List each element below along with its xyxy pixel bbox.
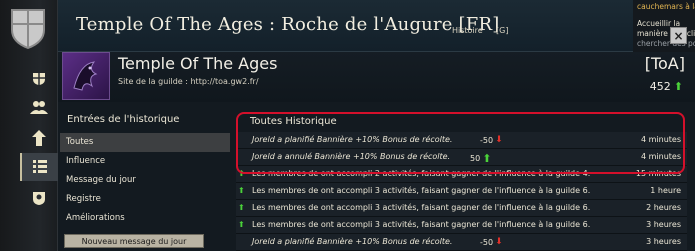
upgrades-icon[interactable]: [22, 184, 56, 212]
influence-up-icon: ⬆: [238, 203, 245, 212]
filter-all[interactable]: Toutes: [60, 133, 230, 152]
guild-header: Temple Of The Ages Site de la guilde : h…: [58, 52, 695, 102]
window-titlebar: Temple Of The Ages : Roche de l'Augure […: [58, 0, 633, 52]
guild-site-link[interactable]: Site de la guilde : http://toa.gw2.fr/: [118, 77, 259, 86]
guild-name: Temple Of The Ages: [118, 54, 278, 73]
history-time: 4 minutes: [640, 135, 681, 144]
increase-arrow-icon: ⬆: [482, 152, 492, 165]
bank-icon[interactable]: [22, 64, 56, 92]
influence-change: -50 ⬇: [480, 237, 503, 247]
history-icon[interactable]: [20, 153, 58, 181]
filter-upgrades[interactable]: Améliorations: [60, 209, 230, 228]
history-list: Toutes Historique Joreld a planifié Bann…: [236, 114, 695, 251]
table-row: ⬆ Les membres de ont accompli 3 activités…: [236, 183, 687, 200]
guild-panel-rail: [0, 0, 58, 251]
influence-up-icon: ⬆: [238, 186, 245, 195]
history-message: Les membres de ont accompli 3 activités,…: [252, 186, 591, 195]
close-icon[interactable]: ×: [670, 27, 687, 44]
history-message: Joreld a annulé Bannière +10% Bonus de r…: [252, 152, 451, 161]
history-message: Joreld a planifié Bannière +10% Bonus de…: [252, 135, 453, 144]
influence-change: -50 ⬇: [480, 135, 503, 145]
influence-amount: -50: [480, 135, 494, 145]
nav-heading: Entrées de l'historique: [67, 114, 180, 125]
filter-registry[interactable]: Registre: [60, 190, 230, 209]
guild-history-panel: Temple Of The Ages Site de la guilde : h…: [58, 52, 695, 251]
table-row: Joreld a planifié Bannière +10% Bonus de…: [236, 234, 687, 251]
influence-value: 452: [649, 80, 671, 93]
new-motd-button[interactable]: Nouveau message du jour: [64, 234, 204, 248]
influence-up-icon: ⬆: [238, 220, 245, 229]
tab-history[interactable]: Histoire: [452, 26, 483, 35]
ranks-icon[interactable]: [22, 124, 56, 152]
decrease-arrow-icon: ⬇: [495, 135, 503, 145]
history-time: 15 minutes: [635, 169, 681, 178]
influence-amount: 50: [470, 154, 481, 163]
history-time: 4 minutes: [640, 152, 681, 161]
filter-influence[interactable]: Influence: [60, 152, 230, 171]
history-message: Les membres de ont accompli 3 activités,…: [252, 203, 591, 212]
influence-up-icon: ⬆: [238, 169, 245, 178]
history-message: Les membres de ont accompli 2 activités,…: [252, 169, 591, 178]
table-row: Joreld a planifié Bannière +10% Bonus de…: [236, 132, 687, 149]
members-icon[interactable]: [22, 93, 56, 121]
decrease-arrow-icon: ⬇: [495, 237, 503, 247]
history-time: 3 heures: [646, 220, 681, 229]
history-filter-nav: Entrées de l'historique Toutes Influence…: [58, 114, 230, 251]
guild-tag: [ToA]: [644, 54, 685, 73]
influence-change: 50 ⬆: [470, 152, 491, 165]
chat-overlay: cauchemars à la Po Accueillir la manière…: [633, 0, 695, 52]
history-message: Joreld a planifié Bannière +10% Bonus de…: [252, 237, 453, 246]
influence-amount: -50: [480, 237, 494, 247]
history-time: 1 heure: [650, 186, 681, 195]
history-heading: Toutes Historique: [250, 116, 337, 127]
history-time: 2 heures: [646, 203, 681, 212]
guild-shield-icon: [6, 4, 50, 52]
guild-influence: 452 ⬆: [650, 80, 683, 93]
table-row: ⬆ Les membres de ont accompli 2 activités…: [236, 166, 687, 183]
table-row: ⬆ Les membres de ont accompli 3 activités…: [236, 200, 687, 217]
history-message: Les membres de ont accompli 3 activités,…: [252, 220, 591, 229]
table-row: ⬆ Les membres de ont accompli 3 activités…: [236, 217, 687, 234]
filter-motd[interactable]: Message du jour: [60, 171, 230, 190]
table-row: Joreld a annulé Bannière +10% Bonus de r…: [236, 149, 687, 166]
guild-emblem-icon: [62, 52, 110, 100]
history-time: 3 heures: [646, 237, 681, 246]
tab-hotkey: [G]: [496, 26, 509, 35]
window-title: Temple Of The Ages : Roche de l'Augure […: [76, 14, 500, 35]
chat-line: cauchemars à la Po: [637, 2, 695, 11]
influence-up-icon: ⬆: [673, 80, 683, 93]
